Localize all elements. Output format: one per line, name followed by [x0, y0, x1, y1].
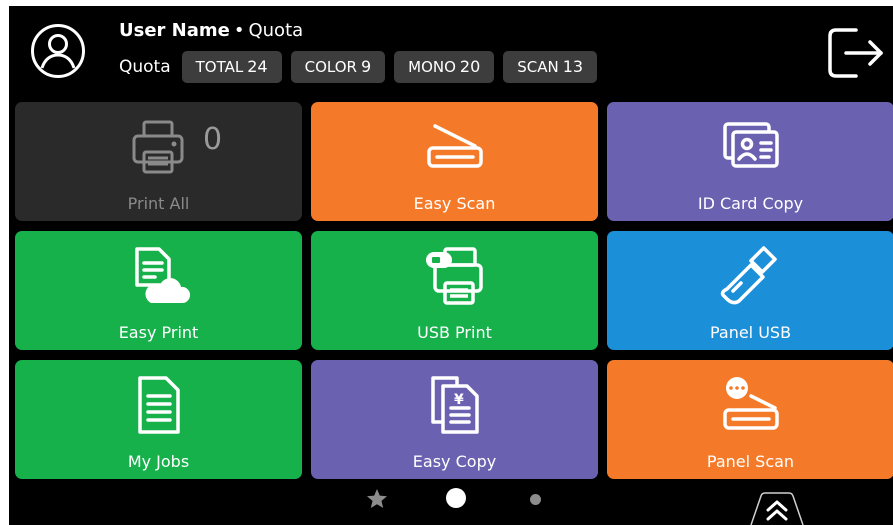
badge-value: 13 [562, 57, 584, 76]
quota-badge-scan: SCAN 13 [503, 51, 598, 83]
tile-label: Easy Copy [412, 452, 497, 471]
tile-label: Panel USB [709, 323, 792, 342]
usb-printer-icon [425, 247, 483, 305]
tile-label: ID Card Copy [697, 194, 804, 213]
quota-row: Quota TOTAL 24 COLOR 9 MONO 20 SCAN 13 [119, 51, 598, 83]
page-dot-active[interactable] [446, 488, 466, 508]
badge-value: 20 [459, 57, 481, 76]
print-all-count: 0 [203, 122, 223, 157]
usb-drive-icon [720, 246, 777, 305]
id-card-icon [722, 122, 779, 168]
badge-label: SCAN [517, 58, 559, 76]
tile-easy-print[interactable]: Easy Print [15, 231, 302, 350]
tile-print-all[interactable]: 0 Print All [15, 102, 302, 221]
panel-scanner-icon [722, 377, 779, 430]
copy-document-icon: ¥ [430, 376, 479, 434]
tile-label: Easy Scan [413, 194, 496, 213]
cloud-document-icon [134, 247, 190, 303]
badge-label: TOTAL [195, 58, 244, 76]
expand-up-icon[interactable] [747, 492, 807, 525]
badge-label: MONO [408, 58, 456, 76]
tile-easy-copy[interactable]: ¥ Easy Copy [311, 360, 598, 479]
tile-label: USB Print [417, 323, 492, 342]
user-quota-title: User Name • Quota [119, 20, 303, 41]
quota-badge-total: TOTAL 24 [181, 51, 282, 83]
tile-usb-print[interactable]: USB Print [311, 231, 598, 350]
document-icon [137, 376, 180, 434]
quota-badge-mono: MONO 20 [394, 51, 495, 83]
printer-icon [132, 120, 184, 174]
tile-id-card-copy[interactable]: ID Card Copy [607, 102, 893, 221]
tile-label: Print All [127, 194, 190, 213]
logout-icon[interactable] [826, 26, 886, 80]
tile-easy-scan[interactable]: Easy Scan [311, 102, 598, 221]
tile-my-jobs[interactable]: My Jobs [15, 360, 302, 479]
badge-label: COLOR [304, 58, 357, 76]
tile-label: My Jobs [127, 452, 190, 471]
user-avatar-icon[interactable] [30, 23, 86, 79]
badge-value: 24 [247, 57, 268, 76]
quota-title: Quota [248, 20, 304, 41]
page-dot[interactable] [530, 494, 541, 505]
title-separator: • [233, 20, 245, 41]
scanner-icon [426, 124, 483, 168]
user-name: User Name [119, 20, 230, 41]
quota-badge-color: COLOR 9 [290, 51, 386, 83]
tile-panel-scan[interactable]: Panel Scan [607, 360, 893, 479]
favorites-page-star-icon[interactable] [366, 488, 388, 510]
quota-label: Quota [119, 57, 171, 77]
badge-value: 9 [360, 57, 372, 76]
tile-panel-usb[interactable]: Panel USB [607, 231, 893, 350]
tile-label: Easy Print [118, 323, 199, 342]
kiosk-screen: User Name • Quota Quota TOTAL 24 COLOR 9 MON… [9, 6, 893, 525]
svg-text:¥: ¥ [454, 392, 464, 408]
tile-label: Panel Scan [706, 452, 795, 471]
